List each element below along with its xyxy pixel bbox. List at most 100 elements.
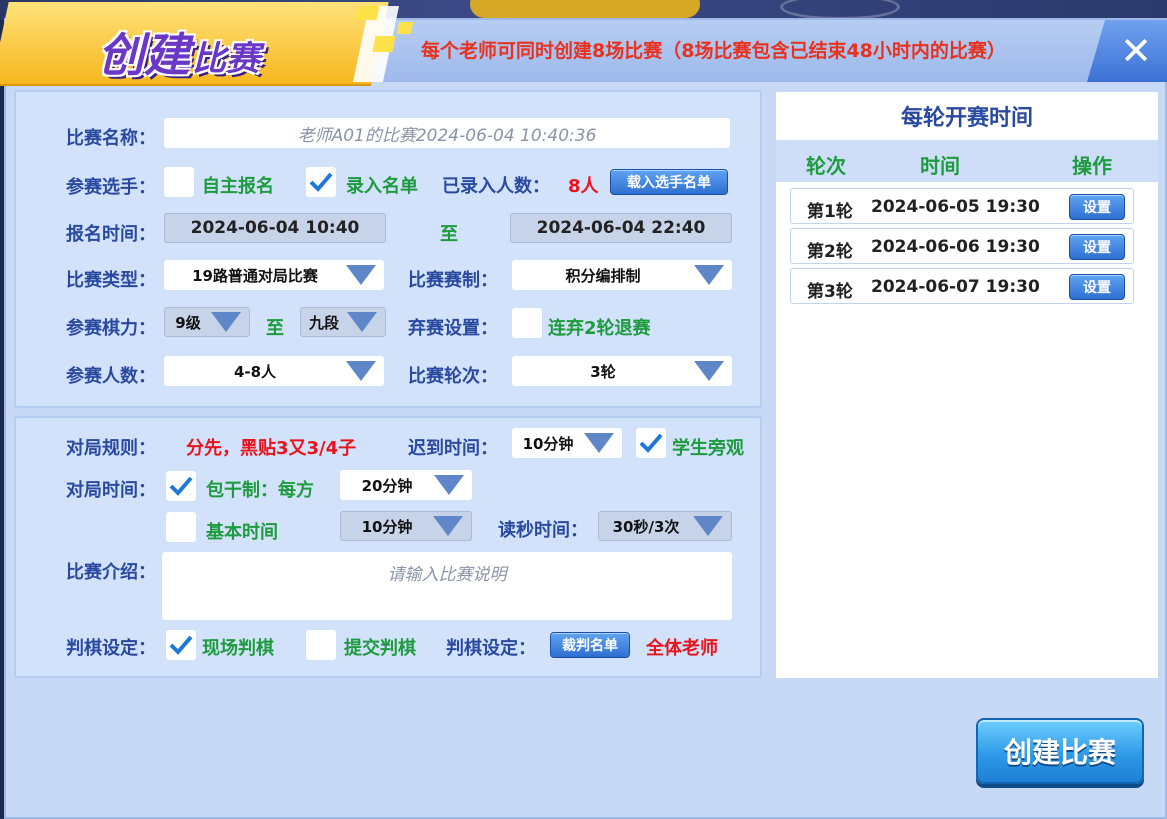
dropdown-arrow-icon bbox=[694, 361, 724, 381]
create-match-dialog: 创建 比赛 每个老师可同时创建8场比赛（8场比赛包含已结束48小时内的比赛） ✕… bbox=[0, 2, 1167, 819]
self-register-label: 自主报名 bbox=[202, 176, 274, 197]
dropdown-arrow-icon bbox=[693, 516, 723, 536]
round-row: 第1轮 2024-06-05 19:30 设置 bbox=[790, 188, 1134, 224]
signup-time-label: 报名时间： bbox=[66, 224, 156, 245]
match-settings-panel: 比赛名称： 老师A01的比赛2024-06-04 10:40:36 参赛选手： … bbox=[14, 90, 762, 678]
background-decoration bbox=[470, 0, 700, 18]
package-time-select[interactable]: 20分钟 bbox=[340, 470, 472, 500]
match-type-select[interactable]: 19路普通对局比赛 bbox=[164, 260, 384, 290]
checkmark-icon bbox=[169, 635, 193, 655]
rounds-label: 比赛轮次： bbox=[408, 366, 498, 387]
signup-start-field[interactable]: 2024-06-04 10:40 bbox=[164, 213, 386, 243]
round-name: 第3轮 bbox=[807, 282, 853, 302]
col-round-header: 轮次 bbox=[806, 154, 846, 178]
level-min-value: 9级 bbox=[175, 313, 201, 332]
match-name-input[interactable]: 老师A01的比赛2024-06-04 10:40:36 bbox=[164, 118, 730, 148]
package-time-value: 20分钟 bbox=[361, 476, 413, 495]
match-type-label: 比赛类型： bbox=[66, 270, 156, 291]
intro-textarea[interactable]: 请输入比赛说明 bbox=[162, 552, 732, 620]
package-checkbox[interactable] bbox=[166, 471, 196, 501]
title-main: 创建 bbox=[98, 28, 190, 82]
banner-decoration bbox=[396, 22, 414, 34]
match-type-value: 19路普通对局比赛 bbox=[192, 266, 318, 285]
dropdown-arrow-icon bbox=[433, 516, 463, 536]
entered-count: 8人 bbox=[568, 176, 599, 197]
checkmark-icon bbox=[309, 172, 333, 192]
round-row: 第3轮 2024-06-07 19:30 设置 bbox=[790, 268, 1134, 304]
player-count-label: 参赛人数： bbox=[66, 366, 156, 387]
banner-decoration bbox=[354, 6, 380, 20]
round-time: 2024-06-07 19:30 bbox=[871, 277, 1040, 297]
round-set-button[interactable]: 设置 bbox=[1069, 194, 1125, 220]
forfeit-checkbox[interactable] bbox=[512, 308, 542, 338]
spectate-label: 学生旁观 bbox=[672, 438, 744, 459]
col-action-header: 操作 bbox=[1072, 154, 1112, 178]
banner-decoration bbox=[372, 36, 396, 52]
rounds-value: 3轮 bbox=[590, 362, 616, 381]
create-match-button[interactable]: 创建比赛 bbox=[976, 718, 1144, 784]
dropdown-arrow-icon bbox=[347, 312, 377, 332]
forfeit-label: 弃赛设置： bbox=[408, 318, 498, 339]
enter-list-checkbox[interactable] bbox=[306, 167, 336, 197]
judge-label: 判棋设定： bbox=[66, 638, 156, 659]
col-time-header: 时间 bbox=[920, 154, 960, 178]
late-time-select[interactable]: 10分钟 bbox=[512, 428, 622, 458]
level-max-value: 九段 bbox=[308, 313, 339, 332]
player-count-value: 4-8人 bbox=[233, 362, 277, 381]
match-format-value: 积分编排制 bbox=[565, 266, 641, 285]
level-label: 参赛棋力： bbox=[66, 318, 156, 339]
round-time: 2024-06-05 19:30 bbox=[871, 197, 1040, 217]
dropdown-arrow-icon bbox=[211, 312, 241, 332]
onsite-judge-label: 现场判棋 bbox=[202, 638, 274, 659]
enter-list-label: 录入名单 bbox=[346, 176, 418, 197]
match-name-label: 比赛名称： bbox=[66, 128, 156, 149]
spectate-checkbox[interactable] bbox=[636, 428, 666, 458]
checkmark-icon bbox=[639, 433, 663, 453]
self-register-checkbox[interactable] bbox=[164, 167, 194, 197]
close-button[interactable]: ✕ bbox=[1087, 20, 1167, 82]
level-min-select[interactable]: 9级 bbox=[164, 307, 250, 337]
title-sub: 比赛 bbox=[192, 39, 260, 79]
match-format-select[interactable]: 积分编排制 bbox=[512, 260, 732, 290]
import-players-button[interactable]: 载入选手名单 bbox=[610, 169, 728, 195]
close-icon: ✕ bbox=[1120, 29, 1152, 73]
submit-judge-checkbox[interactable] bbox=[306, 630, 336, 660]
late-time-label: 迟到时间： bbox=[408, 438, 498, 459]
round-time: 2024-06-06 19:30 bbox=[871, 237, 1040, 257]
referee-list-button[interactable]: 裁判名单 bbox=[550, 632, 630, 658]
match-format-label: 比赛赛制： bbox=[408, 270, 498, 291]
dialog-header: 创建 比赛 每个老师可同时创建8场比赛（8场比赛包含已结束48小时内的比赛） ✕ bbox=[0, 2, 1167, 84]
round-set-button[interactable]: 设置 bbox=[1069, 234, 1125, 260]
round-name: 第2轮 bbox=[807, 242, 853, 262]
basic-settings-section: 比赛名称： 老师A01的比赛2024-06-04 10:40:36 参赛选手： … bbox=[14, 90, 762, 408]
byoyomi-select[interactable]: 30秒/3次 bbox=[598, 511, 732, 541]
rules-label: 对局规则： bbox=[66, 438, 156, 459]
package-label: 包干制：每方 bbox=[206, 480, 314, 501]
entered-count-label: 已录入人数： bbox=[442, 176, 550, 197]
submit-judge-label: 提交判棋 bbox=[344, 638, 416, 659]
judge-label-2: 判棋设定： bbox=[446, 638, 536, 659]
forfeit-text: 连弃2轮退赛 bbox=[548, 318, 651, 339]
schedule-header: 轮次 时间 操作 bbox=[776, 140, 1158, 182]
player-count-select[interactable]: 4-8人 bbox=[164, 356, 384, 386]
basic-time-select[interactable]: 10分钟 bbox=[340, 511, 472, 541]
late-time-value: 10分钟 bbox=[522, 434, 574, 453]
dialog-title: 创建 比赛 bbox=[98, 8, 260, 84]
basic-time-checkbox[interactable] bbox=[166, 512, 196, 542]
byoyomi-label: 读秒时间： bbox=[498, 520, 588, 541]
game-time-label: 对局时间： bbox=[66, 480, 156, 501]
dropdown-arrow-icon bbox=[346, 361, 376, 381]
rounds-select[interactable]: 3轮 bbox=[512, 356, 732, 386]
dropdown-arrow-icon bbox=[584, 433, 614, 453]
level-max-select[interactable]: 九段 bbox=[300, 307, 386, 337]
checkmark-icon bbox=[169, 476, 193, 496]
schedule-title: 每轮开赛时间 bbox=[900, 106, 1033, 131]
background-decoration bbox=[780, 0, 900, 20]
referee-value: 全体老师 bbox=[646, 638, 718, 659]
players-label: 参赛选手： bbox=[66, 177, 156, 198]
signup-end-field[interactable]: 2024-06-04 22:40 bbox=[510, 213, 732, 243]
byoyomi-value: 30秒/3次 bbox=[612, 517, 680, 536]
round-schedule-panel: 每轮开赛时间 轮次 时间 操作 第1轮 2024-06-05 19:30 设置 … bbox=[776, 92, 1158, 678]
onsite-judge-checkbox[interactable] bbox=[166, 630, 196, 660]
round-set-button[interactable]: 设置 bbox=[1069, 274, 1125, 300]
